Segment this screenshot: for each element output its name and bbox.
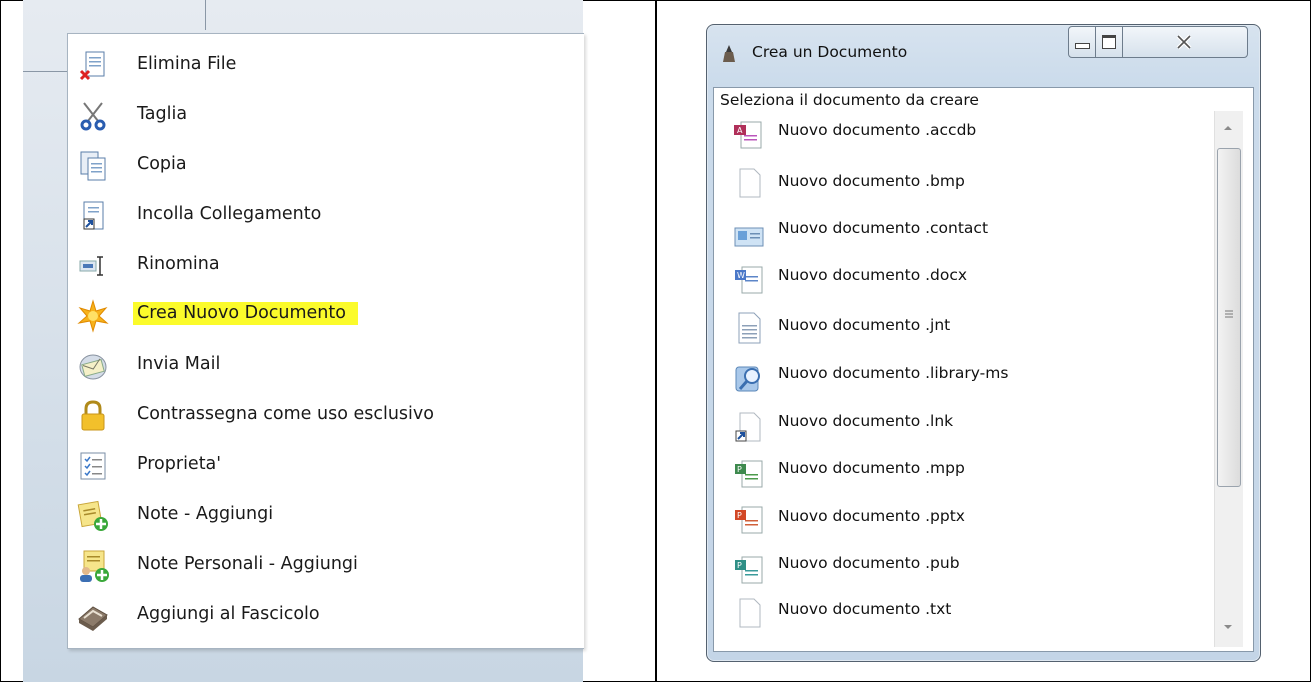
menu-item-label: Contrassegna come uso esclusivo <box>137 404 434 424</box>
context-menu: Elimina File Taglia Copia Incolla Colleg… <box>67 33 584 649</box>
word-file-icon: W <box>735 266 763 294</box>
document-item-label: Nuovo documento .pptx <box>778 507 965 525</box>
publisher-file-icon: P <box>735 556 763 584</box>
menu-item-copia[interactable]: Copia <box>68 141 584 191</box>
document-item-label: Nuovo documento .jnt <box>778 316 951 334</box>
blank-file-icon <box>739 168 761 198</box>
svg-text:P: P <box>737 465 742 474</box>
document-item-label: Nuovo documento .bmp <box>778 172 965 190</box>
minimize-button[interactable] <box>1068 26 1096 58</box>
menu-item-label: Elimina File <box>137 54 237 74</box>
delete-file-icon <box>79 51 105 81</box>
document-item-label: Nuovo documento .pub <box>778 554 960 572</box>
mail-icon <box>79 354 107 380</box>
new-document-star-icon <box>77 299 109 333</box>
close-button[interactable] <box>1122 26 1248 58</box>
menu-item-label: Note - Aggiungi <box>137 504 274 524</box>
svg-text:A: A <box>737 126 743 135</box>
document-item-label: Nuovo documento .contact <box>778 219 989 237</box>
svg-text:P: P <box>737 561 742 570</box>
lock-icon <box>81 400 105 431</box>
access-file-icon: A <box>734 121 762 149</box>
menu-item-note-personali-aggiungi[interactable]: Note Personali - Aggiungi <box>68 541 584 591</box>
menu-item-label: Incolla Collegamento <box>137 204 322 224</box>
panel-divider <box>655 0 657 682</box>
menu-item-label: Crea Nuovo Documento <box>133 302 358 325</box>
svg-text:P: P <box>737 511 742 520</box>
document-item-label: Nuovo documento .txt <box>778 600 952 618</box>
menu-item-proprieta[interactable]: Proprieta' <box>68 441 584 491</box>
menu-item-note-aggiungi[interactable]: Note - Aggiungi <box>68 491 584 541</box>
menu-item-label: Invia Mail <box>137 354 221 374</box>
close-icon <box>1176 34 1192 50</box>
rename-icon <box>79 256 103 276</box>
paste-link-icon <box>83 201 104 230</box>
menu-item-incolla-collegamento[interactable]: Incolla Collegamento <box>68 191 584 241</box>
library-icon <box>735 366 760 392</box>
menu-item-label: Copia <box>137 154 187 174</box>
dialog-title: Crea un Documento <box>752 43 908 61</box>
scrollbar-thumb[interactable] <box>1217 148 1241 487</box>
svg-text:W: W <box>737 271 745 280</box>
maximize-icon <box>1102 35 1116 49</box>
menu-item-contrassegna-uso-esclusivo[interactable]: Contrassegna come uso esclusivo <box>68 391 584 441</box>
menu-item-aggiungi-al-fascicolo[interactable]: Aggiungi al Fascicolo <box>68 591 584 641</box>
menu-item-invia-mail[interactable]: Invia Mail <box>68 341 584 391</box>
app-icon <box>723 45 735 62</box>
document-item-label: Nuovo documento .mpp <box>778 459 965 477</box>
menu-item-rinomina[interactable]: Rinomina <box>68 241 584 291</box>
scroll-down-icon[interactable] <box>1222 622 1234 632</box>
menu-item-label: Taglia <box>137 104 188 124</box>
menu-item-label: Aggiungi al Fascicolo <box>137 604 320 624</box>
document-item-label: Nuovo documento .lnk <box>778 412 954 430</box>
window-edge <box>23 71 69 72</box>
scroll-up-icon[interactable] <box>1222 123 1234 133</box>
document-item-label: Nuovo documento .docx <box>778 266 968 284</box>
journal-file-icon <box>738 312 761 344</box>
menu-item-elimina-file[interactable]: Elimina File <box>68 41 584 91</box>
window-edge <box>205 0 206 30</box>
powerpoint-file-icon: P <box>735 506 763 534</box>
document-item-label: Nuovo documento .library-ms <box>778 364 1009 382</box>
copy-icon <box>80 151 106 181</box>
document-item-label: Nuovo documento .accdb <box>778 121 977 139</box>
properties-list-icon <box>80 452 106 480</box>
grip-icon <box>1225 310 1233 318</box>
text-file-icon <box>739 598 761 628</box>
maximize-button[interactable] <box>1095 26 1123 58</box>
project-file-icon: P <box>735 460 763 488</box>
shortcut-file-icon <box>735 412 761 442</box>
menu-item-crea-nuovo-documento[interactable]: Crea Nuovo Documento <box>68 291 584 341</box>
scissors-icon <box>80 102 106 131</box>
contact-card-icon <box>734 227 764 247</box>
add-personal-note-icon <box>80 550 109 582</box>
dialog-prompt: Seleziona il documento da creare <box>720 91 979 109</box>
menu-item-label: Note Personali - Aggiungi <box>137 554 358 574</box>
minimize-icon <box>1075 43 1090 49</box>
menu-item-label: Rinomina <box>137 254 220 274</box>
menu-item-label: Proprieta' <box>137 454 222 474</box>
add-note-icon <box>77 500 108 531</box>
menu-item-taglia[interactable]: Taglia <box>68 91 584 141</box>
add-to-folder-icon <box>78 606 108 631</box>
